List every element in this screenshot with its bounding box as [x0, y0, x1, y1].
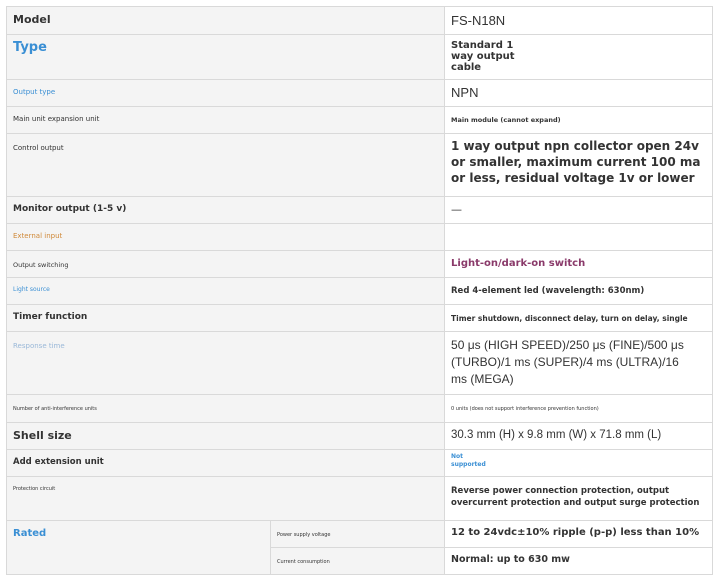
row-label: Type [5, 34, 446, 80]
row-label: Output type [5, 79, 446, 107]
table-row: External input [5, 223, 714, 251]
row-value: Red 4-element led (wavelength: 630nm) [444, 277, 714, 305]
row-value: Normal: up to 630 mw [444, 547, 714, 575]
row-label: Monitor output (1-5 v) [5, 196, 446, 224]
table-row: Output switching Light-on/dark-on switch [5, 250, 714, 278]
sub-row-label: Power supply voltage [269, 520, 446, 548]
table-row: Model FS-N18N [5, 6, 714, 35]
row-label: Main unit expansion unit [5, 106, 446, 134]
row-label: Number of anti-interference units [5, 394, 446, 423]
spec-table: Model FS-N18N Type Standard 1 way output… [5, 6, 714, 575]
row-label: Shell size [5, 422, 446, 450]
row-value: NPN [444, 79, 714, 107]
row-value: Not supported [444, 449, 714, 477]
row-value: Reverse power connection protection, out… [444, 476, 714, 521]
table-row: Number of anti-interference units 0 unit… [5, 394, 714, 423]
table-row: Type Standard 1 way output cable [5, 34, 714, 80]
row-label: Timer function [5, 304, 446, 332]
row-label: Response time [5, 331, 446, 395]
table-row: Add extension unit Not supported [5, 449, 714, 477]
table-row: Rated Power supply voltage 12 to 24vdc±1… [6, 520, 714, 575]
table-row: Response time 50 μs (HIGH SPEED)/250 μs … [5, 331, 714, 395]
row-value: Standard 1 way output cable [444, 34, 714, 80]
table-row: Control output 1 way output npn collecto… [5, 133, 714, 197]
sub-row-label: Current consumption [269, 547, 446, 575]
table-row: Light source Red 4-element led (waveleng… [5, 277, 714, 305]
row-label: Light source [5, 277, 446, 305]
table-row: Output type NPN [5, 79, 714, 107]
row-value: 1 way output npn collector open 24v or s… [444, 133, 714, 197]
row-value: Timer shutdown, disconnect delay, turn o… [444, 304, 714, 332]
row-label: Protection circuit [5, 476, 446, 521]
row-value: 0 units (does not support interference p… [444, 394, 714, 423]
row-label: Model [5, 6, 446, 35]
row-value: — [444, 196, 714, 224]
row-value [444, 223, 714, 251]
table-row: Protection circuit Reverse power connect… [5, 476, 714, 521]
table-row: Timer function Timer shutdown, disconnec… [5, 304, 714, 332]
row-label: Output switching [5, 250, 446, 278]
row-value: FS-N18N [444, 6, 714, 35]
row-label: External input [5, 223, 446, 251]
row-label: Control output [5, 133, 446, 197]
table-row: Monitor output (1-5 v) — [5, 196, 714, 224]
row-value: 50 μs (HIGH SPEED)/250 μs (FINE)/500 μs … [444, 331, 714, 395]
table-row: Main unit expansion unit Main module (ca… [5, 106, 714, 134]
row-label: Rated [6, 520, 271, 575]
row-value: Light-on/dark-on switch [444, 250, 714, 278]
row-value: 12 to 24vdc±10% ripple (p-p) less than 1… [444, 520, 714, 548]
row-value: 30.3 mm (H) x 9.8 mm (W) x 71.8 mm (L) [444, 422, 714, 450]
row-value: Main module (cannot expand) [444, 106, 714, 134]
row-label: Add extension unit [5, 449, 446, 477]
table-row: Shell size 30.3 mm (H) x 9.8 mm (W) x 71… [5, 422, 714, 450]
